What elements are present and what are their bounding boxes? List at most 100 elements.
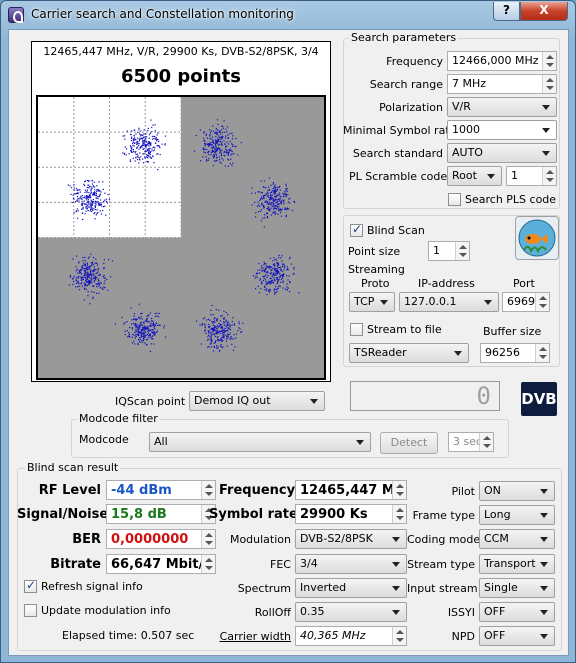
- point-size-input[interactable]: 1: [428, 241, 470, 261]
- update-modulation-checkbox[interactable]: [24, 604, 37, 617]
- stream-to-file-checkbox[interactable]: [350, 323, 363, 336]
- modcode-filter-title: Modcode filter: [77, 412, 160, 425]
- proto-select[interactable]: TCP: [349, 292, 395, 312]
- chevron-down-icon: [540, 489, 548, 494]
- chevron-down-icon: [454, 351, 462, 356]
- issyi-label: ISSYI: [447, 606, 475, 619]
- constellation-cluster: [114, 303, 167, 352]
- title-bar[interactable]: Carrier search and Constellation monitor…: [1, 1, 575, 29]
- refresh-signal-checkbox[interactable]: [24, 578, 37, 593]
- buffer-size-input[interactable]: 96256: [480, 343, 550, 363]
- rolloff-label: RollOff: [254, 606, 291, 619]
- frame-type-select[interactable]: Long: [479, 505, 555, 525]
- modulation-label: Modulation: [229, 533, 291, 546]
- search-range-input[interactable]: 7 MHz: [447, 74, 557, 94]
- polarization-select[interactable]: V/R: [447, 97, 557, 117]
- bitrate-value: 66,647 Mbit/s: [106, 554, 216, 574]
- close-button[interactable]: X: [520, 2, 568, 21]
- constellation-cluster: [68, 253, 113, 305]
- ber-value: 0,0000000: [106, 529, 216, 549]
- blind-scan-label: Blind Scan: [367, 224, 425, 237]
- detect-button[interactable]: Detect: [380, 432, 438, 454]
- stream-reader-select[interactable]: TSReader: [349, 343, 469, 363]
- constellation-cluster: [193, 119, 242, 167]
- buffer-size-label: Buffer size: [483, 325, 542, 338]
- pl-scramble-code-input[interactable]: 1: [506, 166, 557, 186]
- search-pls-label: Search PLS code: [465, 193, 557, 206]
- dvb-logo: DVB: [521, 382, 557, 416]
- coding-mode-select[interactable]: CCM: [479, 529, 555, 549]
- app-window: Carrier search and Constellation monitor…: [0, 0, 576, 663]
- ber-label: BER: [72, 532, 101, 547]
- port-spinner[interactable]: [535, 293, 549, 311]
- point-size-label: Point size: [348, 245, 401, 258]
- search-pls-checkbox[interactable]: [448, 193, 461, 206]
- port-input[interactable]: 6969: [502, 292, 550, 312]
- frequency-spinner[interactable]: [542, 52, 556, 70]
- ip-address-select[interactable]: 127.0.0.1: [399, 292, 499, 312]
- pl-scramble-spinner[interactable]: [542, 167, 556, 185]
- search-standard-select[interactable]: AUTO: [447, 143, 557, 163]
- result-symbol-rate-spinner[interactable]: [392, 505, 406, 523]
- chevron-down-icon: [487, 174, 495, 179]
- frequency-input[interactable]: 12466,000 MHz: [447, 51, 557, 71]
- result-symbol-rate-value: 29900 Ks: [295, 504, 407, 524]
- chevron-down-icon: [540, 610, 548, 615]
- ber-spinner[interactable]: [201, 530, 215, 548]
- window-title: Carrier search and Constellation monitor…: [31, 7, 294, 21]
- rolloff-select[interactable]: 0.35: [295, 602, 407, 622]
- iq-scan-select[interactable]: Demod IQ out: [189, 391, 325, 411]
- carrier-width-label[interactable]: Carrier width: [215, 630, 291, 643]
- search-parameters-title: Search parameters: [349, 31, 459, 44]
- plot-caption: 12465,447 MHz, V/R, 29900 Ks, DVB-S2/8PS…: [43, 45, 319, 58]
- rf-level-spinner[interactable]: [201, 481, 215, 499]
- npd-label: NPD: [451, 630, 475, 643]
- ip-address-label: IP-address: [418, 277, 475, 290]
- chevron-down-icon: [392, 537, 400, 542]
- result-frequency-value: 12465,447 MHz: [295, 480, 407, 500]
- buffer-size-spinner[interactable]: [535, 344, 549, 362]
- chevron-down-icon: [392, 586, 400, 591]
- carrier-width-spinner[interactable]: [392, 627, 406, 645]
- app-icon: [8, 7, 24, 23]
- min-symbol-rate-select[interactable]: 1000: [447, 120, 557, 140]
- fish-aquarium-icon[interactable]: [515, 216, 559, 260]
- iq-scan-label: IQScan point: [115, 395, 186, 408]
- pilot-label: Pilot: [451, 485, 475, 498]
- blind-scan-checkbox[interactable]: [350, 222, 363, 237]
- min-symbol-rate-label: Minimal Symbol rate: [343, 124, 457, 137]
- point-size-spinner[interactable]: [455, 242, 469, 260]
- blind-scan-result-title: Blind scan result: [25, 461, 121, 474]
- stream-type-select[interactable]: Transport: [479, 554, 555, 574]
- frequency-label: Frequency: [386, 55, 443, 68]
- spectrum-label: Spectrum: [237, 582, 291, 595]
- bitrate-spinner[interactable]: [201, 555, 215, 573]
- constellation-cluster: [252, 254, 300, 296]
- modulation-select[interactable]: DVB-S2/8PSK: [295, 529, 407, 549]
- search-range-spinner[interactable]: [542, 75, 556, 93]
- help-button[interactable]: ?: [493, 2, 520, 21]
- constellation-plot[interactable]: [36, 95, 326, 380]
- fish-aquarium-svg: [518, 219, 556, 257]
- pilot-select[interactable]: ON: [479, 481, 555, 501]
- pl-scramble-label: PL Scramble code: [349, 170, 448, 183]
- npd-select[interactable]: OFF: [479, 626, 555, 646]
- modcode-label: Modcode: [79, 433, 129, 446]
- detect-interval-input[interactable]: 3 sec: [448, 432, 494, 452]
- result-frequency-label: Frequency: [219, 483, 296, 498]
- chevron-down-icon: [540, 562, 548, 567]
- constellation-svg: [38, 97, 324, 378]
- signal-noise-label: Signal/Noise: [17, 507, 109, 522]
- fec-select[interactable]: 3/4: [295, 554, 407, 574]
- issyi-select[interactable]: OFF: [479, 602, 555, 622]
- rf-level-label: RF Level: [38, 483, 101, 498]
- chevron-down-icon: [392, 610, 400, 615]
- pl-scramble-mode-select[interactable]: Root: [447, 166, 502, 186]
- modcode-select[interactable]: All: [149, 432, 371, 452]
- result-frequency-spinner[interactable]: [392, 481, 406, 499]
- spectrum-select[interactable]: Inverted: [295, 578, 407, 598]
- chevron-down-icon: [540, 586, 548, 591]
- chevron-down-icon: [356, 440, 364, 445]
- input-stream-select[interactable]: Single: [479, 578, 555, 598]
- detect-interval-spinner[interactable]: [479, 433, 493, 451]
